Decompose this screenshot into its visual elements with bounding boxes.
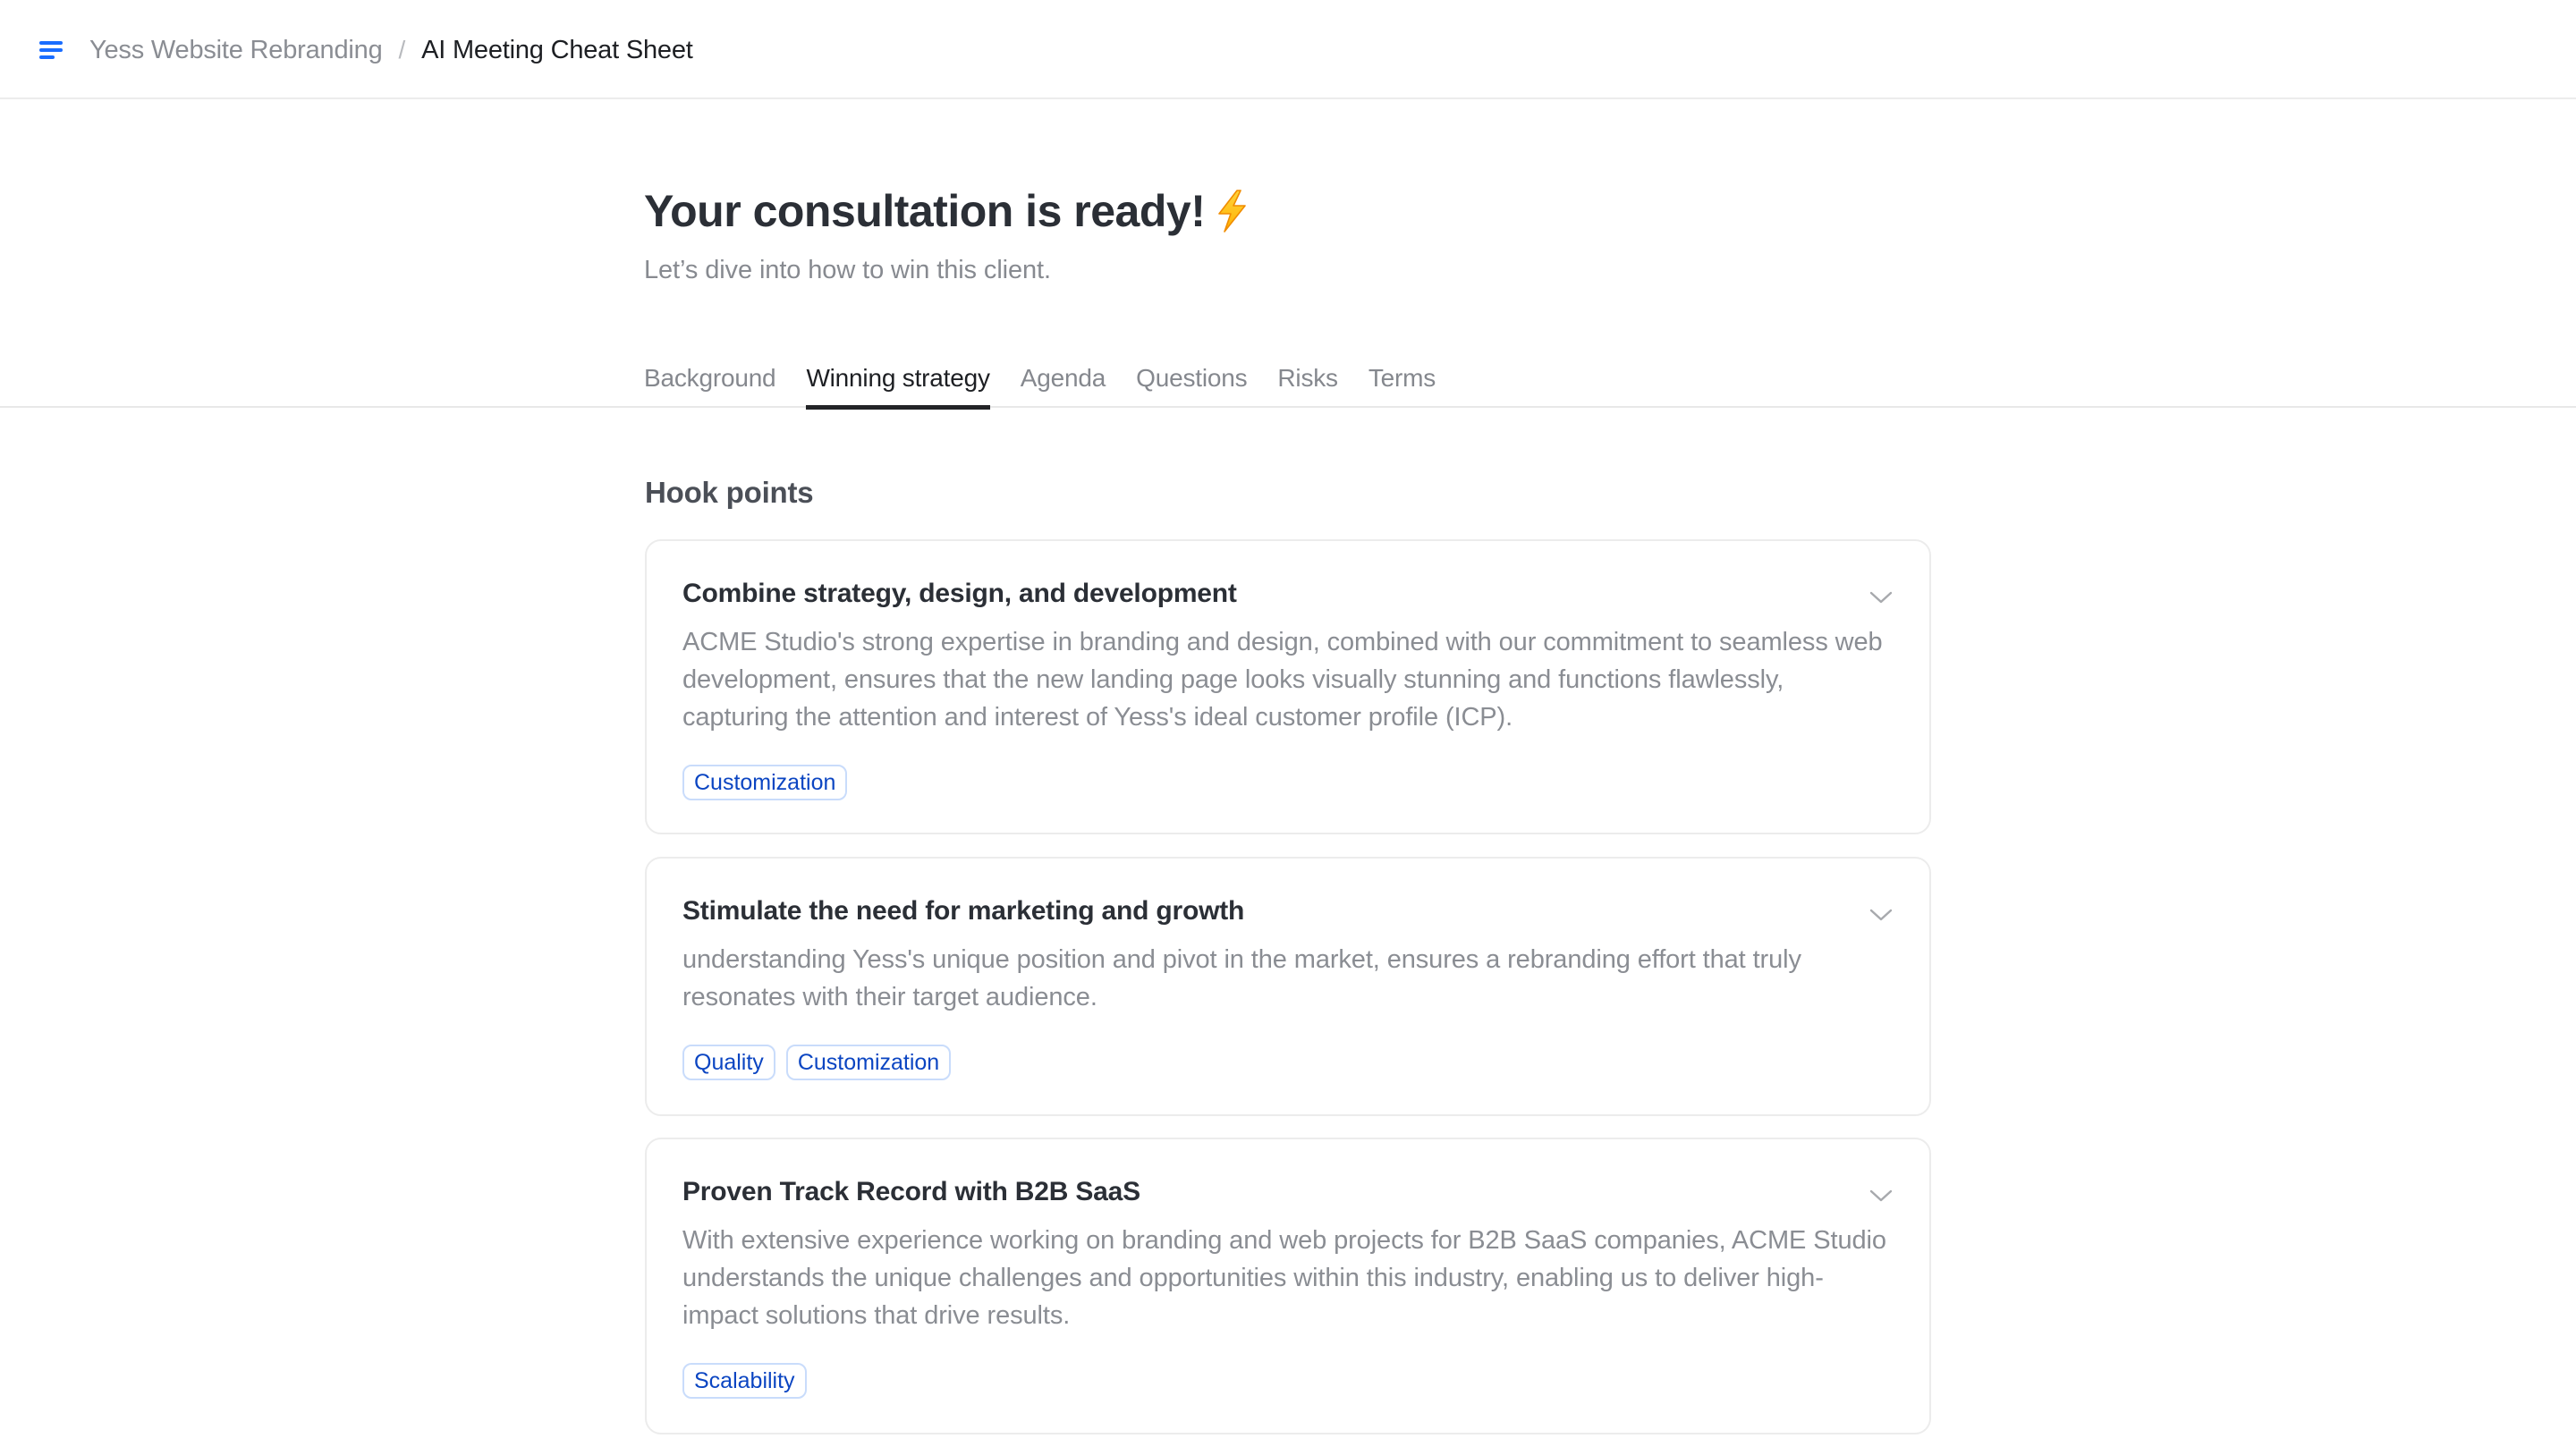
tab-background[interactable]: Background [644,349,776,408]
hook-point-card[interactable]: Proven Track Record with B2B SaaS With e… [645,1138,1931,1434]
breadcrumb-separator: / [398,36,406,63]
lightning-bolt-icon [1218,190,1247,233]
card-title: Stimulate the need for marketing and gro… [682,896,1245,926]
card-title: Combine strategy, design, and developmen… [682,579,1237,608]
hero: Your consultation is ready! Let’s dive i… [644,179,1248,285]
card-description: With extensive experience working on bra… [682,1226,1886,1330]
top-bar: Yess Website Rebranding / AI Meeting Che… [0,0,2576,99]
card-description: ACME Studio's strong expertise in brandi… [682,628,1883,732]
hook-point-card[interactable]: Stimulate the need for marketing and gro… [645,857,1931,1116]
tag-list: Quality Customization [682,1045,952,1080]
chevron-down-icon[interactable] [1868,589,1894,605]
page-subtitle: Let’s dive into how to win this client. [644,256,1051,284]
chevron-down-icon[interactable] [1868,907,1894,923]
tab-questions[interactable]: Questions [1136,349,1247,408]
breadcrumb-parent-link[interactable]: Yess Website Rebranding [89,36,383,65]
chevron-down-icon[interactable] [1868,1188,1894,1204]
section-heading: Hook points [645,476,814,509]
tag-badge[interactable]: Customization [785,1045,952,1080]
tab-risks[interactable]: Risks [1277,349,1338,408]
hook-point-card[interactable]: Combine strategy, design, and developmen… [645,539,1931,834]
tab-agenda[interactable]: Agenda [1021,349,1106,408]
tag-list: Customization [682,765,848,800]
page-title-text: Your consultation is ready! [644,186,1206,236]
card-description: understanding Yess's unique position and… [682,945,1801,1011]
page-title: Your consultation is ready! [644,179,1248,243]
tab-terms[interactable]: Terms [1368,349,1436,408]
menu-icon-line [39,55,55,59]
tag-list: Scalability [682,1363,807,1399]
tab-winning-strategy[interactable]: Winning strategy [806,349,991,410]
tag-badge[interactable]: Customization [682,765,848,800]
breadcrumb: Yess Website Rebranding / AI Meeting Che… [89,32,693,68]
breadcrumb-current: AI Meeting Cheat Sheet [421,35,693,64]
menu-icon[interactable] [36,36,66,64]
card-title: Proven Track Record with B2B SaaS [682,1177,1140,1206]
menu-icon-line [39,48,63,52]
tag-badge[interactable]: Scalability [682,1363,807,1399]
tag-badge[interactable]: Quality [682,1045,775,1080]
menu-icon-line [39,41,63,45]
tab-bar: Background Winning strategy Agenda Quest… [0,349,2576,410]
